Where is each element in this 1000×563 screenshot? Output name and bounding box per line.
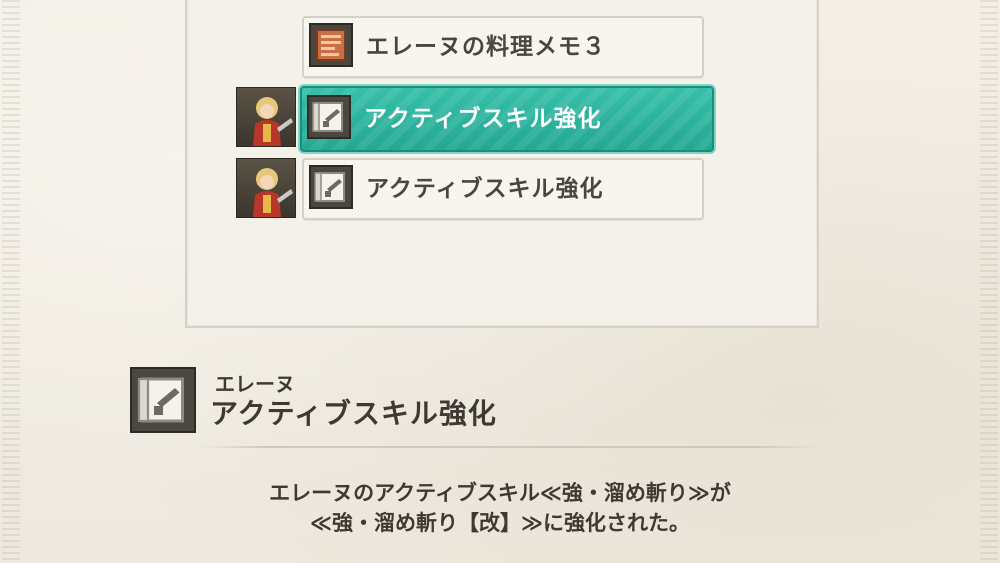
detail-description: エレーヌのアクティブスキル≪強・溜め斬り≫が ≪強・溜め斬り【改】≫に強化された… <box>0 478 1000 538</box>
skill-scroll-icon <box>307 95 351 139</box>
item-label: エレーヌの料理メモ３ <box>366 34 606 60</box>
detail-title: アクティブスキル強化 <box>210 397 497 430</box>
list-item-recipe-memo[interactable]: エレーヌの料理メモ３ <box>302 16 704 78</box>
skill-scroll-icon <box>309 165 353 209</box>
description-line-1: エレーヌのアクティブスキル≪強・溜め斬り≫が <box>269 481 731 505</box>
list-item-active-skill-selected[interactable]: アクティブスキル強化 <box>300 86 714 152</box>
description-line-2: ≪強・溜め斬り【改】≫に強化された。 <box>310 511 690 535</box>
list-item-active-skill[interactable]: アクティブスキル強化 <box>302 158 704 220</box>
item-label: アクティブスキル強化 <box>366 176 604 202</box>
item-label: アクティブスキル強化 <box>364 106 602 132</box>
elaine-portrait-avatar <box>236 158 296 218</box>
skill-scroll-icon <box>130 367 196 433</box>
recipe-scroll-icon <box>309 23 353 67</box>
detail-divider <box>200 446 820 448</box>
elaine-portrait-avatar <box>236 87 296 147</box>
